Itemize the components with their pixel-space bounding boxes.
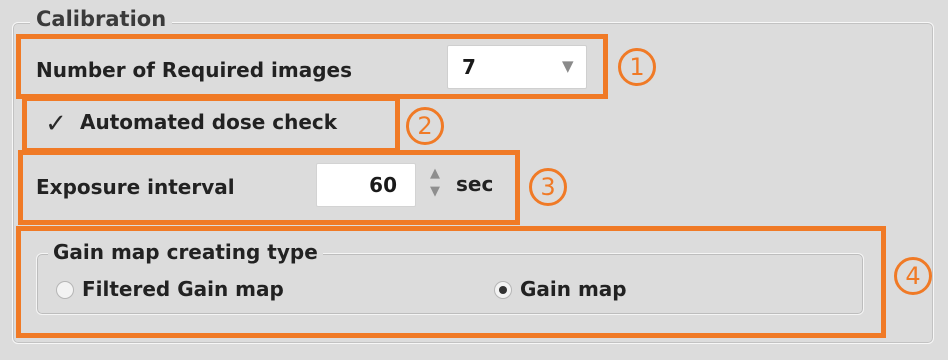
annotation-marker-4: 4 bbox=[894, 257, 932, 295]
highlight-box-2 bbox=[22, 96, 400, 153]
annotation-marker-1: 1 bbox=[618, 48, 656, 86]
highlight-box-1 bbox=[16, 34, 608, 99]
annotation-marker-2: 2 bbox=[406, 107, 444, 145]
calibration-panel: Calibration Number of Required images 7 … bbox=[0, 0, 948, 360]
calibration-group-title: Calibration bbox=[30, 5, 173, 33]
highlight-box-4 bbox=[16, 226, 886, 338]
annotation-marker-3: 3 bbox=[529, 168, 567, 206]
highlight-box-3 bbox=[18, 150, 520, 225]
